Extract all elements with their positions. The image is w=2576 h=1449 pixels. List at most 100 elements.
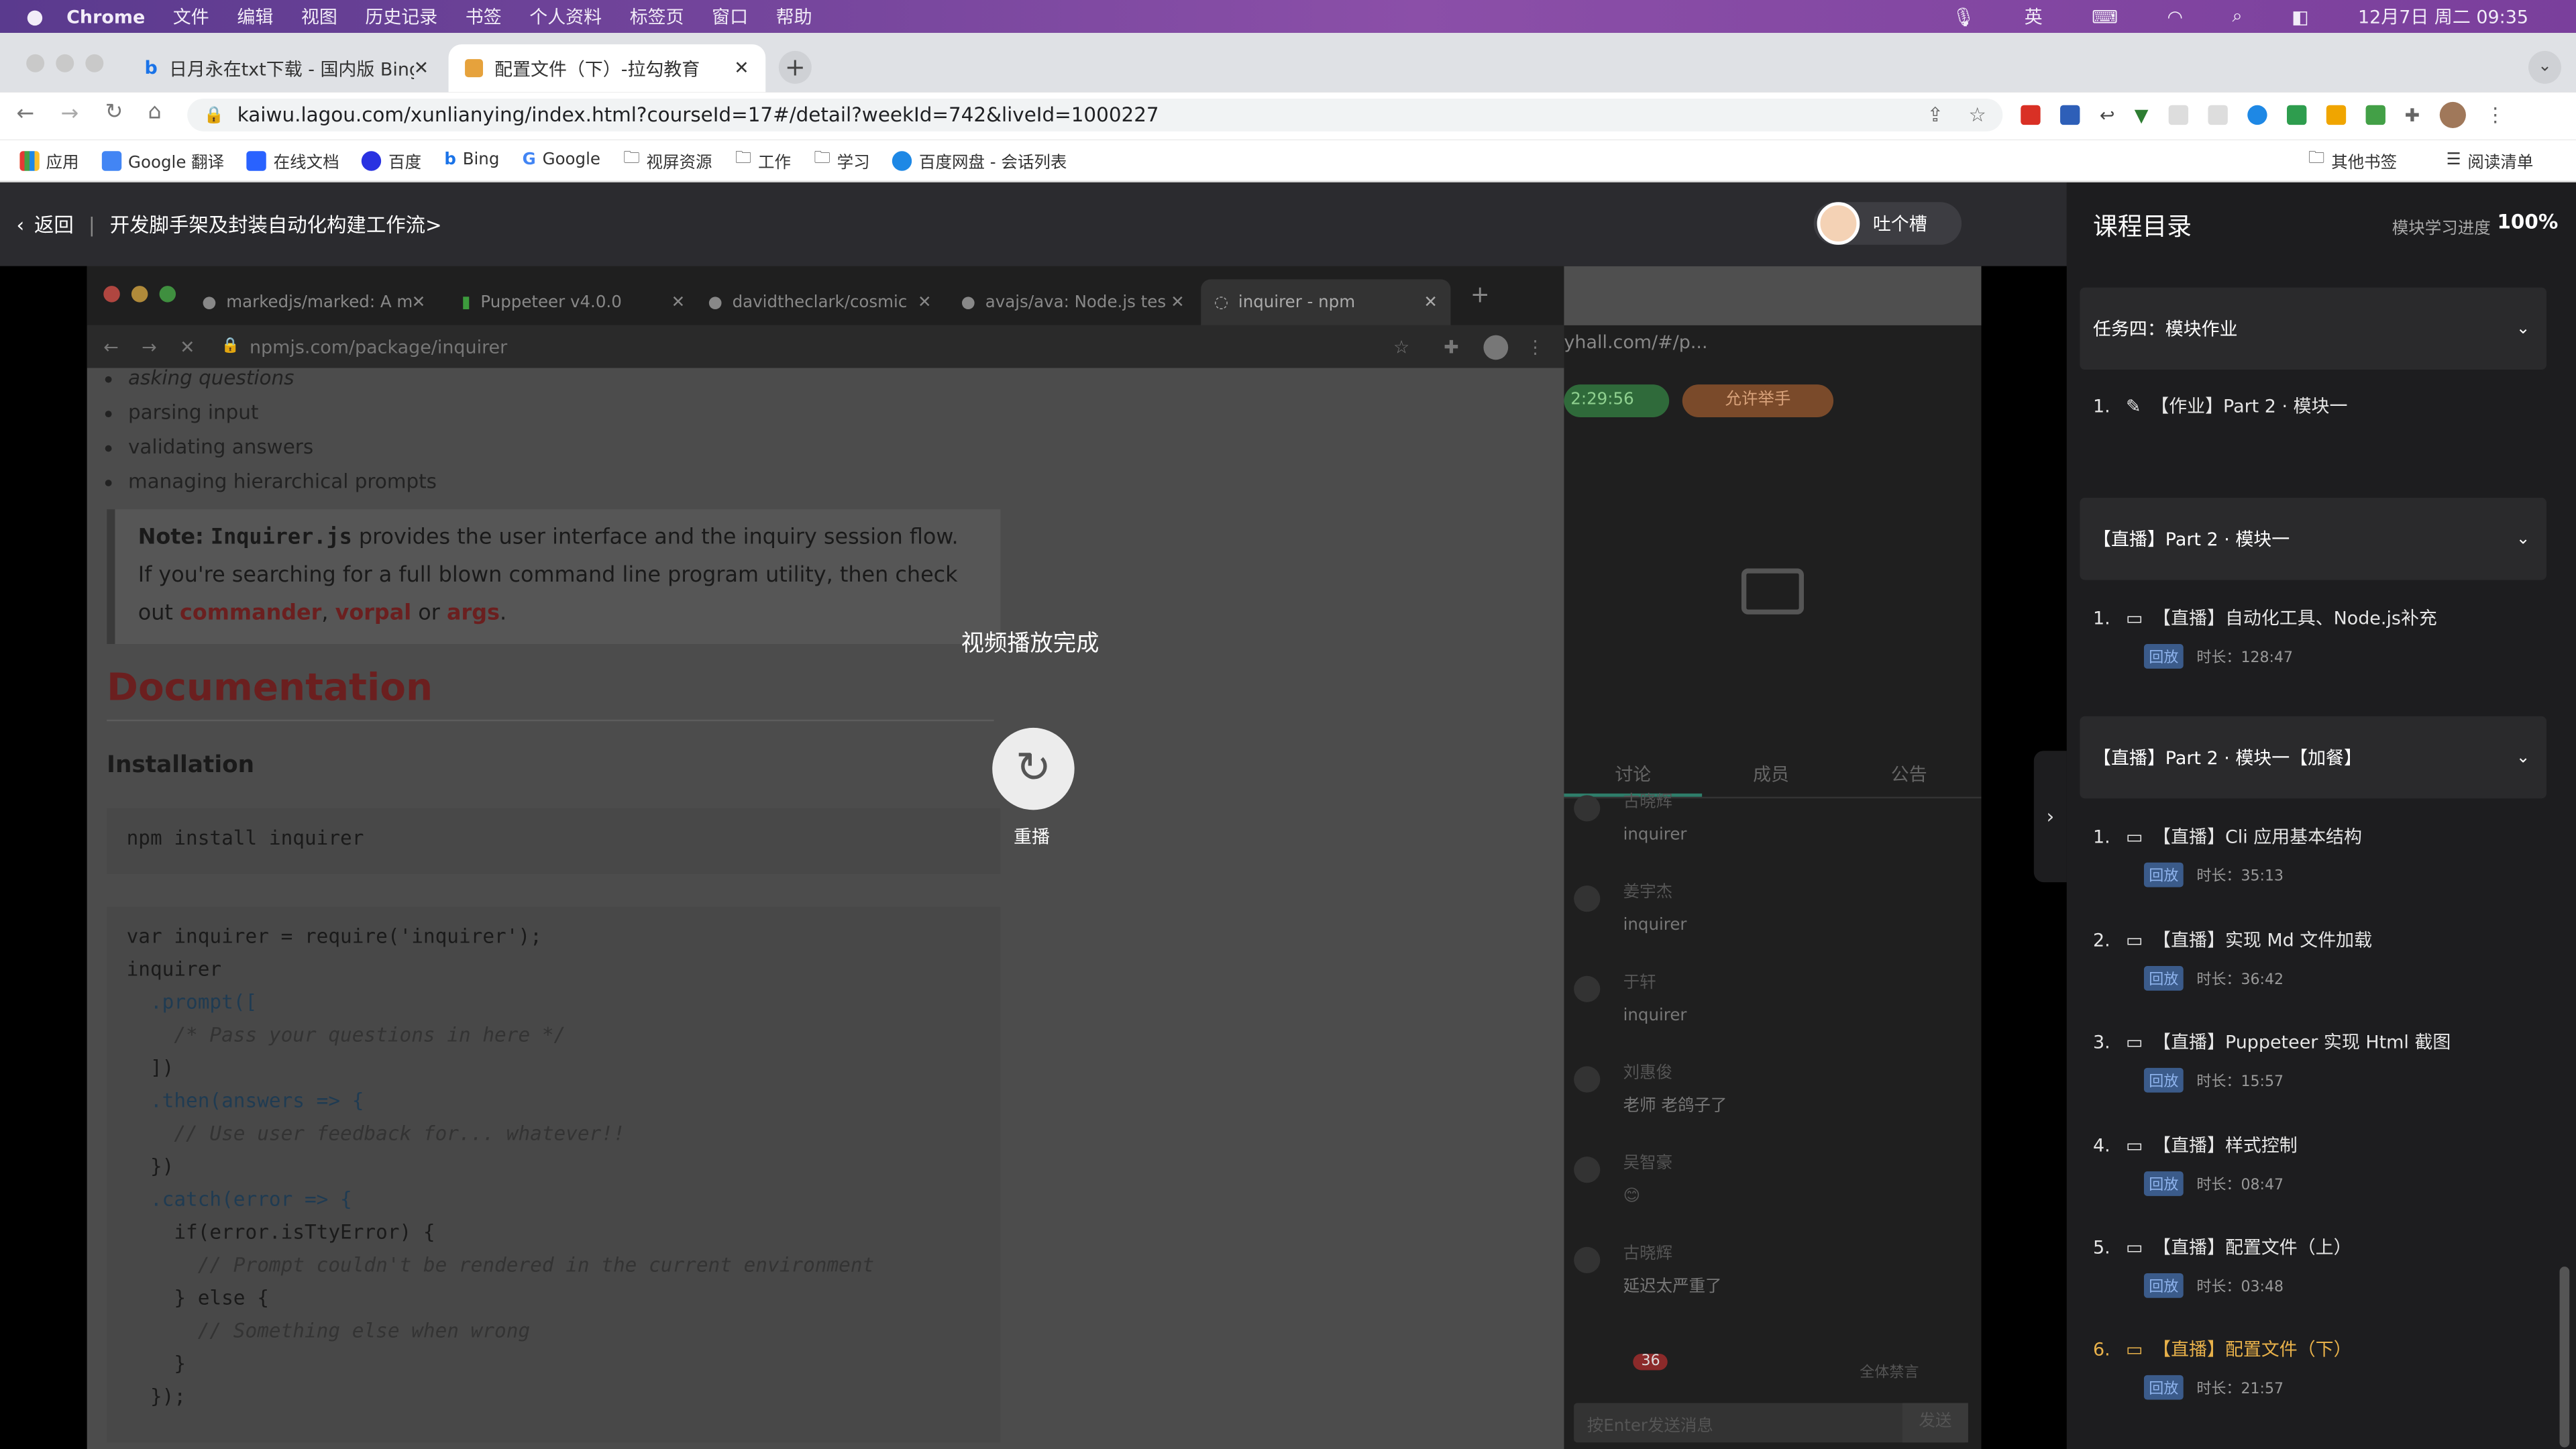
lesson-item[interactable]: 5. ▭ 【直播】配置文件（上） 回放 时长：03:48 bbox=[2080, 1234, 2546, 1298]
lesson-item[interactable]: 1. ▭ 【直播】Cli 应用基本结构 回放 时长：35:13 bbox=[2080, 823, 2546, 888]
extension-icon[interactable] bbox=[2326, 105, 2346, 125]
back-link[interactable]: ‹ 返回 bbox=[16, 210, 73, 238]
tab-search-icon[interactable]: ⌄ bbox=[2528, 50, 2561, 84]
menu-window[interactable]: 窗口 bbox=[712, 3, 748, 30]
reload-icon[interactable]: ↻ bbox=[105, 100, 123, 125]
bookmark-star-icon[interactable]: ☆ bbox=[1968, 103, 1986, 126]
menu-file[interactable]: 文件 bbox=[173, 3, 209, 30]
section-header[interactable]: 【直播】Part 2 · 模块一【加餐】 ⌄ bbox=[2080, 716, 2546, 799]
menu-history[interactable]: 历史记录 bbox=[365, 3, 437, 30]
recorded-tab-active: ◌ inquirer - npm ✕ bbox=[1201, 279, 1451, 325]
extension-icon[interactable] bbox=[2286, 105, 2306, 125]
menu-view[interactable]: 视图 bbox=[301, 3, 337, 30]
bookmark-other[interactable]: 🗀 其他书签 bbox=[2308, 146, 2397, 174]
ime-indicator[interactable]: 英 bbox=[2025, 3, 2043, 30]
menu-profile[interactable]: 个人资料 bbox=[529, 3, 602, 30]
replay-label[interactable]: 重播 bbox=[1014, 823, 1050, 849]
code-line: /* Pass your questions in here */ bbox=[126, 1023, 566, 1047]
extension-icon[interactable] bbox=[2365, 105, 2385, 125]
menu-bookmarks[interactable]: 书签 bbox=[466, 3, 502, 30]
back-icon[interactable]: ← bbox=[16, 102, 34, 127]
extension-icon[interactable] bbox=[2207, 105, 2228, 125]
extension-icon[interactable]: ▼ bbox=[2135, 105, 2149, 126]
course-title[interactable]: 开发脚手架及封装自动化构建工作流> bbox=[110, 210, 442, 238]
minimize-window-icon[interactable] bbox=[56, 54, 74, 72]
mic-icon[interactable]: 🎙 bbox=[1952, 6, 1975, 28]
menubar-datetime[interactable]: 12月7日 周二 09:35 bbox=[2358, 3, 2528, 30]
home-icon[interactable]: ⌂ bbox=[148, 100, 161, 125]
bookmark-folder-work[interactable]: 🗀 工作 bbox=[735, 146, 791, 174]
apple-icon[interactable]: ● bbox=[26, 5, 44, 28]
avatar bbox=[1574, 1246, 1601, 1273]
lesson-item[interactable]: 1. ▭ 【直播】自动化工具、Node.js补充 回放 时长：128:47 bbox=[2080, 604, 2546, 669]
lesson-item[interactable]: 3. ▭ 【直播】Puppeteer 实现 Html 截图 回放 时长：15:57 bbox=[2080, 1028, 2546, 1093]
bookmark-folder-videos[interactable]: 🗀 视屏资源 bbox=[623, 146, 712, 174]
bookmark-google-translate[interactable]: Google 翻译 bbox=[101, 148, 224, 172]
browser-tab[interactable]: b 日月永在txt下载 - 国内版 Bing ✕ bbox=[128, 44, 445, 92]
close-tab-icon[interactable]: ✕ bbox=[414, 58, 429, 79]
keyboard-icon[interactable]: ⌨ bbox=[2092, 6, 2118, 28]
lesson-item[interactable]: 4. ▭ 【直播】样式控制 回放 时长：08:47 bbox=[2080, 1132, 2546, 1196]
address-bar[interactable]: 🔒 kaiwu.lagou.com/xunlianying/index.html… bbox=[187, 98, 2003, 131]
chat-message: 古晓辉 延迟太严重了 bbox=[1574, 1244, 1968, 1334]
section-header[interactable]: 任务四：模块作业 ⌄ bbox=[2080, 287, 2546, 370]
extension-icon[interactable] bbox=[2021, 105, 2041, 125]
list-item: parsing input bbox=[128, 396, 437, 430]
video-icon: ▭ bbox=[2126, 1134, 2143, 1156]
zoom-window-icon[interactable] bbox=[85, 54, 104, 72]
close-window-icon[interactable] bbox=[26, 54, 45, 72]
url-text[interactable]: kaiwu.lagou.com/xunlianying/index.html?c… bbox=[237, 103, 1159, 126]
puzzle-icon[interactable]: ✚ bbox=[2405, 105, 2420, 126]
extension-icon[interactable] bbox=[2060, 105, 2080, 125]
more-icon[interactable]: ⋮ bbox=[2485, 103, 2505, 126]
bookmark-folder-study[interactable]: 🗀 学习 bbox=[814, 146, 869, 174]
extension-icon[interactable]: ↩ bbox=[2100, 105, 2115, 126]
bookmark-google[interactable]: G Google bbox=[523, 151, 600, 169]
replay-button[interactable]: ↻ bbox=[992, 727, 1075, 810]
bookmark-online-docs[interactable]: 在线文档 bbox=[247, 148, 339, 172]
wifi-icon[interactable]: ◠ bbox=[2167, 6, 2183, 28]
extension-icon[interactable] bbox=[2247, 105, 2267, 125]
lesson-item[interactable]: 2. ▭ 【直播】实现 Md 文件加载 回放 时长：36:42 bbox=[2080, 926, 2546, 991]
chat-list: 古晓辉 inquirer 姜宇杰 inquirer 于轩 inquirer 刘惠俊 老师… bbox=[1574, 792, 1968, 1334]
apps-grid-icon bbox=[19, 150, 40, 170]
duration: 时长：35:13 bbox=[2196, 869, 2284, 886]
course-directory: 课程目录 模块学习进度 100% 任务四：模块作业 ⌄ 1. ✎ 【作业】Par… bbox=[2066, 182, 2576, 1449]
bookmark-baidu-pan[interactable]: 百度网盘 - 会话列表 bbox=[892, 148, 1067, 172]
share-icon[interactable]: ⇪ bbox=[1927, 103, 1944, 126]
recorded-tab: ● markedjs/marked: A m ✕ bbox=[202, 293, 426, 312]
lesson-item[interactable]: 1. ✎ 【作业】Part 2 · 模块一 bbox=[2080, 392, 2546, 419]
video-icon: ▭ bbox=[2126, 1030, 2143, 1053]
extensions-area: ↩ ▼ ✚ ⋮ bbox=[2021, 99, 2505, 131]
directory-scrollbar[interactable] bbox=[2559, 1267, 2570, 1448]
menu-help[interactable]: 帮助 bbox=[776, 3, 812, 30]
new-tab-button[interactable]: + bbox=[778, 50, 812, 84]
feedback-button[interactable]: 吐个槽 bbox=[1813, 202, 1962, 245]
chat-message: 于轩 inquirer bbox=[1574, 973, 1968, 1063]
back-icon: ← bbox=[103, 335, 119, 358]
code-line: }); bbox=[126, 1385, 186, 1408]
bookmark-baidu[interactable]: 百度 bbox=[362, 148, 421, 172]
install-code-block: npm install inquirer bbox=[107, 808, 1001, 874]
extension-icon[interactable] bbox=[2167, 105, 2188, 125]
github-icon: ● bbox=[961, 293, 976, 312]
menu-edit[interactable]: 编辑 bbox=[237, 3, 273, 30]
chevron-down-icon: ⌄ bbox=[2516, 748, 2530, 767]
collapse-panel-handle[interactable]: › bbox=[2033, 751, 2067, 883]
profile-avatar[interactable] bbox=[2439, 101, 2466, 129]
bookmark-apps[interactable]: 应用 bbox=[19, 148, 79, 172]
avatar bbox=[1574, 885, 1601, 912]
side-url: yhall.com/#/p... bbox=[1564, 331, 1708, 354]
search-icon[interactable]: ⌕ bbox=[2233, 5, 2243, 28]
menu-tabs[interactable]: 标签页 bbox=[630, 3, 684, 30]
control-center-icon[interactable]: ◧ bbox=[2292, 6, 2308, 28]
reading-list[interactable]: ☰ 阅读清单 bbox=[2447, 148, 2534, 172]
lesson-item-active[interactable]: 6. ▭ 【直播】配置文件（下） 回放 时长：21:57 bbox=[2080, 1336, 2546, 1400]
duration: 时长：36:42 bbox=[2196, 972, 2284, 989]
menu-app-name[interactable]: Chrome bbox=[66, 6, 145, 28]
browser-tab-active[interactable]: 配置文件（下）-拉勾教育 ✕ bbox=[448, 44, 766, 93]
close-tab-icon[interactable]: ✕ bbox=[734, 58, 749, 79]
bookmark-bing[interactable]: b Bing bbox=[444, 151, 499, 169]
forward-icon[interactable]: → bbox=[61, 102, 79, 127]
section-header[interactable]: 【直播】Part 2 · 模块一 ⌄ bbox=[2080, 498, 2546, 580]
